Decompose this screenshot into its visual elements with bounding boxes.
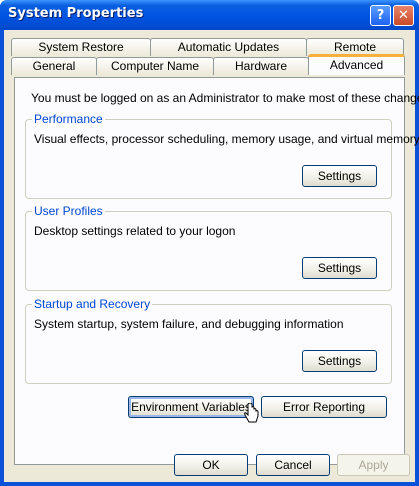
user-profiles-group-label: User Profiles <box>32 204 105 218</box>
tab-automatic-updates[interactable]: Automatic Updates <box>150 38 307 56</box>
ok-button[interactable]: OK <box>174 454 248 476</box>
error-reporting-button[interactable]: Error Reporting <box>261 396 387 418</box>
apply-button: Apply <box>337 454 410 476</box>
performance-description: Visual effects, processor scheduling, me… <box>34 132 419 146</box>
advanced-tab-panel: You must be logged on as an Administrato… <box>14 77 419 465</box>
admin-notice: You must be logged on as an Administrato… <box>31 91 419 105</box>
performance-group: Performance Visual effects, processor sc… <box>25 112 419 199</box>
user-profiles-description: Desktop settings related to your logon <box>34 224 236 238</box>
startup-recovery-group: Startup and Recovery System startup, sys… <box>25 297 392 384</box>
tab-computer-name[interactable]: Computer Name <box>96 57 214 75</box>
startup-recovery-description: System startup, system failure, and debu… <box>34 317 344 331</box>
tab-system-restore[interactable]: System Restore <box>11 38 151 56</box>
cancel-button[interactable]: Cancel <box>256 454 330 476</box>
user-profiles-group: User Profiles Desktop settings related t… <box>25 204 392 291</box>
tab-hardware[interactable]: Hardware <box>213 57 309 75</box>
tab-general[interactable]: General <box>11 57 97 75</box>
performance-group-label: Performance <box>32 112 105 126</box>
close-button[interactable]: ✕ <box>393 5 414 26</box>
dialog-client-area: System Restore Automatic Updates Remote … <box>4 30 419 482</box>
hand-pointer-icon <box>244 403 259 423</box>
help-button[interactable]: ? <box>370 5 391 26</box>
tab-advanced[interactable]: Advanced <box>308 54 405 75</box>
performance-settings-button[interactable]: Settings <box>302 165 377 187</box>
system-properties-window: System Properties ? ✕ System Restore Aut… <box>0 0 419 486</box>
title-bar[interactable]: System Properties ? ✕ <box>0 0 419 30</box>
startup-recovery-group-label: Startup and Recovery <box>32 297 153 311</box>
startup-recovery-settings-button[interactable]: Settings <box>302 350 377 372</box>
window-title: System Properties <box>8 6 144 21</box>
user-profiles-settings-button[interactable]: Settings <box>302 257 377 279</box>
environment-variables-button[interactable]: Environment Variables <box>128 396 254 418</box>
